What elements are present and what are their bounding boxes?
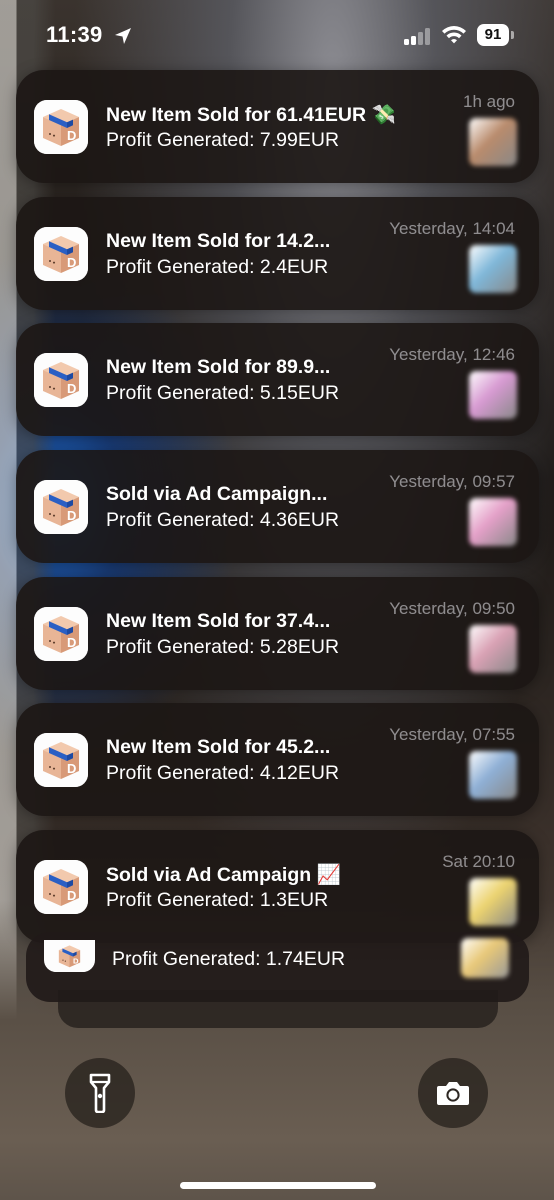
notification-time: Yesterday, 14:04 [389,219,515,238]
camera-button[interactable] [418,1058,488,1128]
notification-time: 1h ago [463,92,515,111]
notification-card[interactable]: D New Item Sold for 45.2... Profit Generat… [16,703,539,816]
app-icon: D [34,353,88,407]
battery-level: 91 [477,24,509,46]
svg-text:D: D [67,128,76,143]
notification-title: New Item Sold for 89.9... [106,356,331,378]
svg-text:D: D [67,381,76,396]
item-thumbnail [469,118,517,166]
notification-body: Profit Generated: 5.15EUR [106,382,340,404]
app-icon: D [34,480,88,534]
camera-icon [437,1082,469,1105]
notification-time: Yesterday, 09:57 [389,472,515,491]
app-icon: D [34,733,88,787]
status-time: 11:39 [46,22,103,47]
item-thumbnail [469,371,517,419]
item-thumbnail [469,751,517,799]
item-thumbnail [469,878,517,926]
notification-body: Profit Generated: 1.3EUR [106,889,329,911]
svg-text:D: D [67,255,76,270]
notification-card[interactable]: D New Item Sold for 89.9... Profit Generat… [16,323,539,436]
notification-emoji: 📈 [316,864,341,886]
notification-body: Profit Generated: 4.36EUR [106,509,340,531]
notification-title: New Item Sold for 61.41EUR 💸 [106,104,396,126]
notification-title: New Item Sold for 37.4... [106,610,331,632]
notification-time: Yesterday, 07:55 [389,725,515,744]
app-icon: D [44,940,95,972]
item-thumbnail [469,498,517,546]
item-thumbnail [469,245,517,293]
item-thumbnail [469,625,517,673]
notification-body: Profit Generated: 7.99EUR [106,129,340,151]
svg-text:D: D [67,635,76,650]
notification-title: Sold via Ad Campaign... [106,483,328,505]
flashlight-button[interactable] [65,1058,135,1128]
svg-text:D: D [67,761,76,776]
notification-emoji: 💸 [371,104,396,126]
app-icon: D [34,227,88,281]
notification-card[interactable]: D Sold via Ad Campaign... Profit Generated… [16,450,539,563]
item-thumbnail [461,938,509,978]
notification-title: Sold via Ad Campaign 📈 [106,864,341,886]
stacked-notification[interactable]: D Profit Generated: 1.74EUR [26,932,529,1002]
notification-body: Profit Generated: 4.12EUR [106,762,340,784]
notification-card[interactable]: D New Item Sold for 37.4... Profit Generat… [16,577,539,690]
app-icon: D [34,860,88,914]
notification-card[interactable]: D New Item Sold for 14.2... Profit Generat… [16,197,539,310]
notification-time: Yesterday, 12:46 [389,345,515,364]
notification-body: Profit Generated: 5.28EUR [106,636,340,658]
notification-title: New Item Sold for 14.2... [106,230,331,252]
notification-card[interactable]: D Sold via Ad Campaign 📈 Profit Generated:… [16,830,539,943]
cellular-signal-icon [404,27,434,45]
svg-text:D: D [67,888,76,903]
notification-time: Sat 20:10 [442,852,515,871]
svg-text:D: D [73,957,79,966]
app-icon: D [34,607,88,661]
flashlight-icon [89,1073,111,1113]
battery-indicator: 91 [477,24,515,46]
notification-time: Yesterday, 09:50 [389,599,515,618]
notification-body: Profit Generated: 2.4EUR [106,256,329,278]
notification-title: New Item Sold for 45.2... [106,736,331,758]
location-arrow-icon [115,28,131,44]
status-bar: 11:39 91 [0,0,554,72]
stacked-notification-body: Profit Generated: 1.74EUR [112,948,346,970]
app-icon: D [34,100,88,154]
notification-card[interactable]: D New Item Sold for 61.41EUR 💸 Profit Gene… [16,70,539,183]
wifi-icon [442,26,466,44]
home-indicator[interactable] [180,1182,376,1189]
svg-text:D: D [67,508,76,523]
